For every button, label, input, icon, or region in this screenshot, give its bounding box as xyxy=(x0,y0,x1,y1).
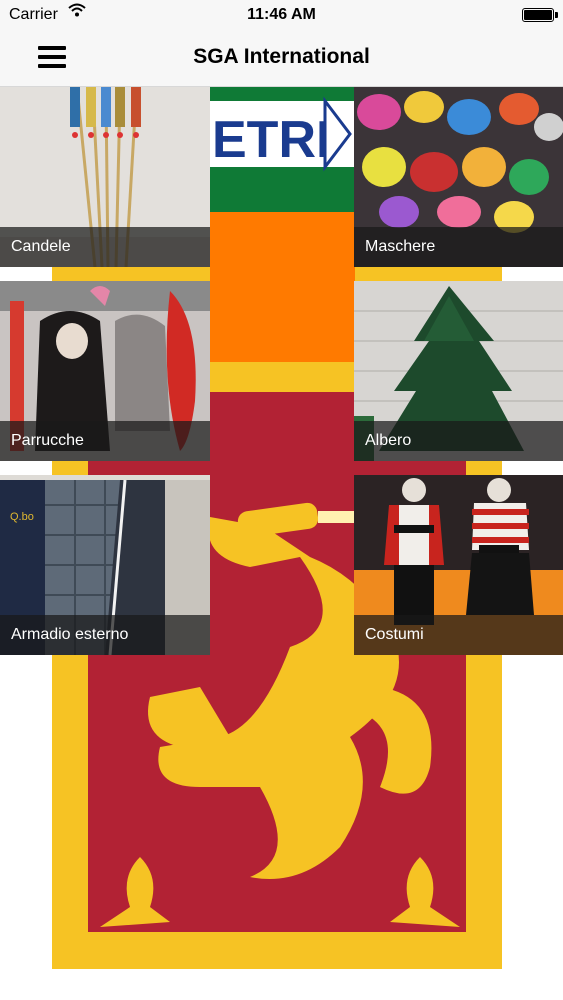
navigation-bar: SGA International xyxy=(0,30,563,87)
category-tile-armadio-esterno[interactable]: Q.bo Armadio esterno xyxy=(0,475,210,655)
tile-label: Albero xyxy=(354,421,563,461)
tile-label: Armadio esterno xyxy=(0,615,210,655)
page-title: SGA International xyxy=(193,45,370,68)
sign-text: ETRI xyxy=(212,111,330,169)
status-bar: Carrier 11:46 AM xyxy=(0,0,563,30)
battery-icon xyxy=(522,8,558,22)
tile-label: Costumi xyxy=(354,615,563,655)
category-tile-candele[interactable]: Candele xyxy=(0,87,210,267)
clock: 11:46 AM xyxy=(247,6,316,23)
tile-label: Parrucche xyxy=(0,421,210,461)
category-tile-costumi[interactable]: Costumi xyxy=(354,475,563,655)
svg-text:Q.bo: Q.bo xyxy=(10,511,34,523)
tile-label: Maschere xyxy=(354,227,563,267)
category-tile-parrucche[interactable]: Parrucche xyxy=(0,281,210,461)
category-tile-albero[interactable]: Albero xyxy=(354,281,563,461)
category-tile-maschere[interactable]: Maschere xyxy=(354,87,563,267)
tile-label: Candele xyxy=(0,227,210,267)
